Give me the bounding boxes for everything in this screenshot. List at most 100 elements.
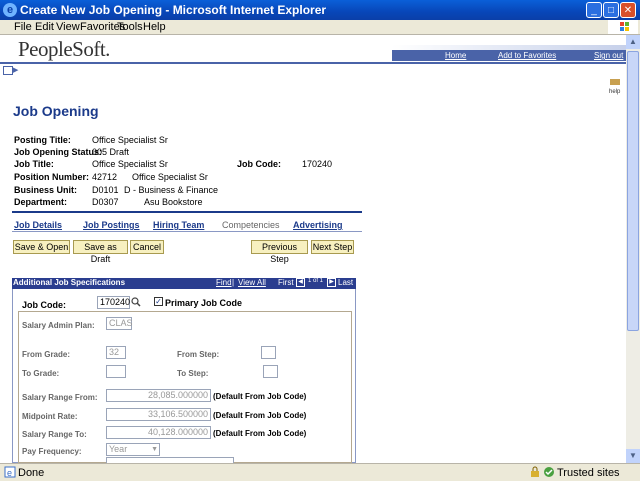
menu-help[interactable]: Help	[143, 21, 166, 33]
tab-top-rule	[12, 211, 362, 213]
to-grade-field[interactable]	[106, 365, 126, 378]
posting-title-value: Office Specialist Sr	[92, 135, 168, 145]
ie-icon: e	[3, 3, 17, 17]
midpoint-rate-field: 33,106.500000	[106, 408, 211, 421]
tab-advertising[interactable]: Advertising	[293, 220, 343, 230]
salary-admin-plan-label: Salary Admin Plan:	[22, 321, 95, 330]
status-bar: e Done Trusted sites	[0, 463, 640, 481]
previous-step-button[interactable]: Previous Step	[251, 240, 308, 264]
tab-job-postings[interactable]: Job Postings	[83, 220, 140, 230]
from-grade-field: 32	[106, 346, 126, 359]
close-button[interactable]: ✕	[620, 2, 636, 18]
to-step-field[interactable]	[263, 365, 278, 378]
sign-out-link[interactable]: Sign out	[594, 51, 623, 60]
minimize-button[interactable]: _	[586, 2, 602, 18]
page-title: Job Opening	[13, 103, 99, 119]
salary-admin-plan-field: CLAS	[106, 317, 133, 330]
tab-job-details[interactable]: Job Details	[14, 220, 62, 230]
primary-job-code-checkbox[interactable]: ✓	[154, 297, 163, 306]
position-number-label: Position Number:	[14, 172, 90, 182]
zone-text: Trusted sites	[557, 467, 620, 479]
department-label: Department:	[14, 197, 68, 207]
range-to-default-note: (Default From Job Code)	[213, 429, 307, 438]
cancel-button[interactable]: Cancel	[130, 240, 164, 254]
posting-title-label: Posting Title:	[14, 135, 71, 145]
salary-range-from-label: Salary Range From:	[22, 393, 98, 402]
from-step-label: From Step:	[177, 350, 220, 359]
lookup-icon[interactable]	[131, 297, 141, 310]
job-title-value: Office Specialist Sr	[92, 159, 168, 169]
pay-frequency-label: Pay Frequency:	[22, 447, 82, 456]
position-description: Office Specialist Sr	[132, 172, 208, 182]
to-step-label: To Step:	[177, 369, 209, 378]
menu-view[interactable]: View	[56, 21, 80, 33]
help-icon[interactable]: help	[609, 79, 621, 95]
last-link[interactable]: Last	[338, 278, 353, 287]
find-link[interactable]: Find	[216, 278, 232, 287]
chevron-down-icon: ▼	[151, 446, 158, 453]
pay-frequency-select: Year ▼	[106, 443, 160, 456]
business-unit-code: D0101	[92, 185, 119, 195]
scroll-thumb[interactable]	[627, 51, 639, 331]
job-code-input[interactable]: 170240	[97, 296, 130, 309]
midpoint-default-note: (Default From Job Code)	[213, 411, 307, 420]
view-all-link[interactable]: View All	[238, 278, 266, 287]
job-title-label: Job Title:	[14, 159, 54, 169]
add-to-favorites-link[interactable]: Add to Favorites	[498, 51, 556, 60]
scroll-down-icon[interactable]: ▼	[626, 449, 640, 463]
primary-job-code-label: Primary Job Code	[165, 298, 243, 308]
department-description: Asu Bookstore	[144, 197, 203, 207]
salary-range-from-field: 28,085.000000	[106, 389, 211, 402]
job-opening-status-value: 005 Draft	[92, 147, 130, 157]
midpoint-rate-label: Midpoint Rate:	[22, 412, 78, 421]
menu-bar: File Edit View Favorites Tools Help	[0, 20, 640, 35]
save-draft-button[interactable]: Save as Draft	[73, 240, 128, 264]
window-titlebar: e Create New Job Opening - Microsoft Int…	[0, 0, 640, 20]
salary-range-to-label: Salary Range To:	[22, 430, 87, 439]
next-step-button[interactable]: Next Step	[311, 240, 354, 254]
status-text: Done	[18, 467, 45, 479]
job-opening-status-label: Job Opening Status:	[14, 147, 103, 157]
from-step-field[interactable]	[261, 346, 276, 359]
from-grade-label: From Grade:	[22, 350, 71, 359]
header-links-bar: Home Add to Favorites Sign out	[392, 50, 626, 61]
department-code: D0307	[92, 197, 119, 207]
tab-bottom-rule	[12, 231, 362, 232]
first-link[interactable]: First	[278, 278, 294, 287]
business-unit-label: Business Unit:	[14, 185, 78, 195]
maximize-button[interactable]: □	[603, 2, 619, 18]
section-header: Additional Job Specifications Find | Vie…	[12, 278, 356, 289]
to-grade-label: To Grade:	[22, 369, 60, 378]
business-unit-description: D - Business & Finance	[124, 185, 219, 195]
save-open-button[interactable]: Save & Open	[13, 240, 70, 254]
range-from-default-note: (Default From Job Code)	[213, 392, 307, 401]
svg-text:e: e	[7, 468, 12, 478]
menu-file[interactable]: File	[14, 21, 32, 33]
expand-arrow-icon[interactable]: ▶	[13, 66, 18, 74]
windows-flag-icon	[608, 20, 638, 34]
scroll-up-icon[interactable]: ▲	[626, 35, 640, 49]
menu-tools[interactable]: Tools	[117, 21, 143, 33]
salary-range-to-field: 40,128.000000	[106, 426, 211, 439]
home-link[interactable]: Home	[445, 51, 466, 60]
prev-row-icon[interactable]: ◀	[296, 278, 305, 287]
window-title: Create New Job Opening - Microsoft Inter…	[20, 3, 327, 17]
lock-icon	[531, 466, 539, 477]
trusted-sites-icon	[544, 467, 554, 477]
tab-competencies: Competencies	[222, 220, 280, 230]
peoplesoft-logo: PeopleSoft.	[18, 37, 110, 61]
page-done-icon: e	[4, 466, 16, 478]
menu-edit[interactable]: Edit	[35, 21, 54, 33]
job-code-value: 170240	[302, 159, 333, 169]
pay-frequency-value: Year	[109, 444, 128, 454]
job-code-detail-box	[18, 311, 352, 463]
nav-separator: |	[232, 278, 235, 287]
header-divider	[0, 62, 626, 64]
tab-hiring-team[interactable]: Hiring Team	[153, 220, 204, 230]
position-number-value: 42712	[92, 172, 118, 182]
menu-toggle-icon[interactable]	[3, 66, 13, 75]
section-job-code-label: Job Code:	[22, 300, 66, 310]
next-row-icon[interactable]: ▶	[327, 278, 336, 287]
vertical-scrollbar[interactable]: ▲ ▼	[626, 35, 640, 463]
job-code-label: Job Code:	[237, 159, 281, 169]
